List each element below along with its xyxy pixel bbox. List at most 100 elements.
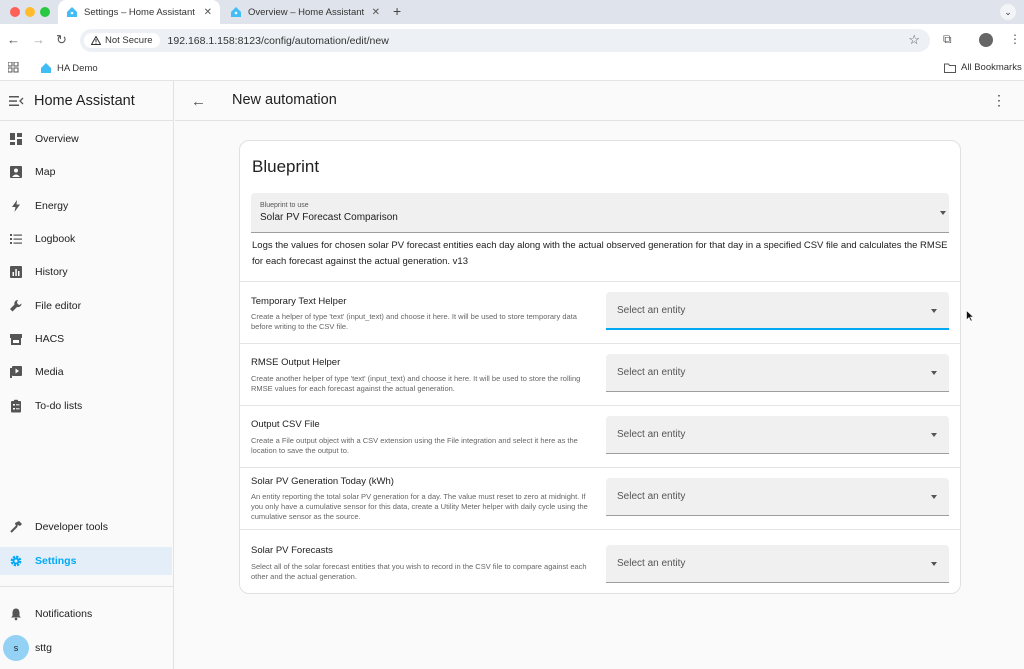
input-description: Create another helper of type 'text' (in… — [251, 374, 581, 393]
bookmark-star-icon[interactable]: ☆ — [908, 32, 920, 48]
address-bar[interactable]: Not Secure 192.168.1.158:8123/config/aut… — [80, 29, 930, 52]
entity-picker-placeholder: Select an entity — [617, 305, 686, 316]
dropdown-caret-icon — [931, 433, 937, 437]
sidebar-item-label: To-do lists — [35, 400, 83, 412]
blueprint-input-row: Solar PV Generation Today (kWh) An entit… — [240, 467, 960, 529]
close-tab-icon[interactable]: ✕ — [372, 7, 380, 18]
browser-tab-settings[interactable]: Settings – Home Assistant ✕ — [58, 0, 220, 24]
entity-picker-placeholder: Select an entity — [617, 558, 686, 569]
sidebar-divider — [0, 586, 173, 587]
input-description: Create a helper of type 'text' (input_te… — [251, 312, 577, 331]
extensions-icon[interactable]: ⧉ — [943, 32, 952, 47]
apps-grid-icon[interactable] — [8, 62, 19, 73]
blueprint-input-row: Solar PV Forecasts Select all of the sol… — [240, 529, 960, 593]
lightning-icon — [8, 199, 23, 214]
wrench-icon — [8, 299, 23, 314]
sidebar-item-label: Map — [35, 166, 56, 178]
dropdown-caret-icon — [931, 309, 937, 313]
sidebar-item-label: Media — [35, 366, 64, 378]
tab-title: Settings – Home Assistant — [84, 6, 195, 18]
sidebar-item-label: Overview — [35, 133, 79, 145]
hammer-icon — [8, 520, 23, 535]
forward-icon[interactable]: → — [32, 32, 45, 47]
chart-icon — [8, 265, 23, 280]
browser-tab-overview[interactable]: Overview – Home Assistant ✕ — [222, 0, 388, 24]
sidebar-item-map[interactable]: Map — [0, 158, 172, 186]
media-icon — [8, 365, 23, 380]
user-name: sttg — [35, 642, 52, 654]
collapse-menu-icon[interactable] — [8, 93, 24, 109]
sidebar: Home Assistant Overview Map Energy Logbo… — [0, 81, 174, 669]
reload-icon[interactable]: ↻ — [56, 32, 67, 48]
map-icon — [8, 165, 23, 180]
all-bookmarks-label: All Bookmarks — [961, 62, 1022, 73]
entity-picker[interactable]: Select an entity — [606, 416, 949, 454]
security-chip[interactable]: Not Secure — [84, 33, 160, 48]
sidebar-item-media[interactable]: Media — [0, 358, 172, 386]
bookmarks-bar: HA Demo All Bookmarks — [0, 57, 1024, 81]
sidebar-item-notifications[interactable]: Notifications — [0, 600, 172, 628]
avatar: s — [3, 635, 29, 661]
entity-picker[interactable]: Select an entity — [606, 354, 949, 392]
folder-icon — [944, 63, 956, 73]
bookmark-label: HA Demo — [57, 62, 98, 74]
bookmark-ha-demo[interactable]: HA Demo — [40, 62, 98, 74]
entity-picker[interactable]: Select an entity — [606, 292, 949, 330]
sidebar-item-label: HACS — [35, 333, 65, 345]
dropdown-caret-icon — [931, 371, 937, 375]
input-description: Select all of the solar forecast entitie… — [251, 562, 587, 581]
blueprint-select[interactable]: Blueprint to use Solar PV Forecast Compa… — [251, 193, 949, 233]
sidebar-item-hacs[interactable]: HACS — [0, 325, 172, 353]
sidebar-item-label: Settings — [35, 555, 77, 567]
input-name: Temporary Text Helper — [251, 296, 347, 307]
chrome-menu-icon[interactable]: ⋮ — [1009, 32, 1021, 46]
overflow-menu-icon[interactable]: ⋮ — [992, 92, 1006, 109]
close-tab-icon[interactable]: ✕ — [204, 7, 212, 18]
entity-picker[interactable]: Select an entity — [606, 545, 949, 583]
sidebar-item-todo[interactable]: To-do lists — [0, 392, 172, 420]
top-app-bar: ← New automation ⋮ — [175, 81, 1024, 121]
url-text: 192.168.1.158:8123/config/automation/edi… — [167, 34, 389, 47]
minimize-window-button[interactable] — [25, 7, 35, 17]
blueprint-input-row: Temporary Text Helper Create a helper of… — [240, 281, 960, 343]
sidebar-item-label: Logbook — [35, 233, 76, 245]
sidebar-item-history[interactable]: History — [0, 258, 172, 286]
all-bookmarks-button[interactable]: All Bookmarks — [944, 62, 1022, 73]
home-assistant-icon — [41, 63, 51, 73]
sidebar-item-energy[interactable]: Energy — [0, 192, 172, 220]
entity-picker-placeholder: Select an entity — [617, 367, 686, 378]
browser-tab-strip: Settings – Home Assistant ✕ Overview – H… — [0, 0, 1024, 24]
new-tab-button[interactable]: + — [393, 3, 401, 19]
blueprint-input-row: Output CSV File Create a File output obj… — [240, 405, 960, 467]
sidebar-item-developer-tools[interactable]: Developer tools — [0, 513, 172, 541]
dropdown-caret-icon — [931, 495, 937, 499]
input-name: Output CSV File — [251, 419, 320, 430]
sidebar-item-settings[interactable]: Settings — [0, 547, 172, 575]
sidebar-header: Home Assistant — [0, 81, 173, 121]
home-assistant-icon — [231, 7, 241, 17]
back-arrow-icon[interactable]: ← — [191, 93, 206, 110]
profile-avatar[interactable] — [979, 33, 993, 47]
maximize-window-button[interactable] — [40, 7, 50, 17]
blueprint-description: Logs the values for chosen solar PV fore… — [252, 240, 948, 267]
dropdown-caret-icon — [931, 562, 937, 566]
bell-icon — [8, 607, 23, 622]
entity-picker[interactable]: Select an entity — [606, 478, 949, 516]
back-icon[interactable]: ← — [7, 32, 20, 47]
input-name: Solar PV Generation Today (kWh) — [251, 476, 394, 487]
clipboard-icon — [8, 399, 23, 414]
page-title: New automation — [232, 92, 337, 108]
browser-toolbar: ← → ↻ Not Secure 192.168.1.158:8123/conf… — [0, 24, 1024, 57]
security-label: Not Secure — [105, 35, 153, 46]
blueprint-select-value: Solar PV Forecast Comparison — [260, 212, 398, 223]
sidebar-item-label: Energy — [35, 200, 69, 212]
sidebar-item-overview[interactable]: Overview — [0, 125, 172, 153]
sidebar-item-user[interactable]: s sttg — [0, 634, 172, 662]
entity-picker-placeholder: Select an entity — [617, 429, 686, 440]
sidebar-item-file-editor[interactable]: File editor — [0, 292, 172, 320]
tab-search-button[interactable]: ⌄ — [1000, 4, 1016, 20]
sidebar-item-logbook[interactable]: Logbook — [0, 225, 172, 253]
close-window-button[interactable] — [10, 7, 20, 17]
dashboard-icon — [8, 132, 23, 147]
sidebar-item-label: Notifications — [35, 608, 93, 620]
